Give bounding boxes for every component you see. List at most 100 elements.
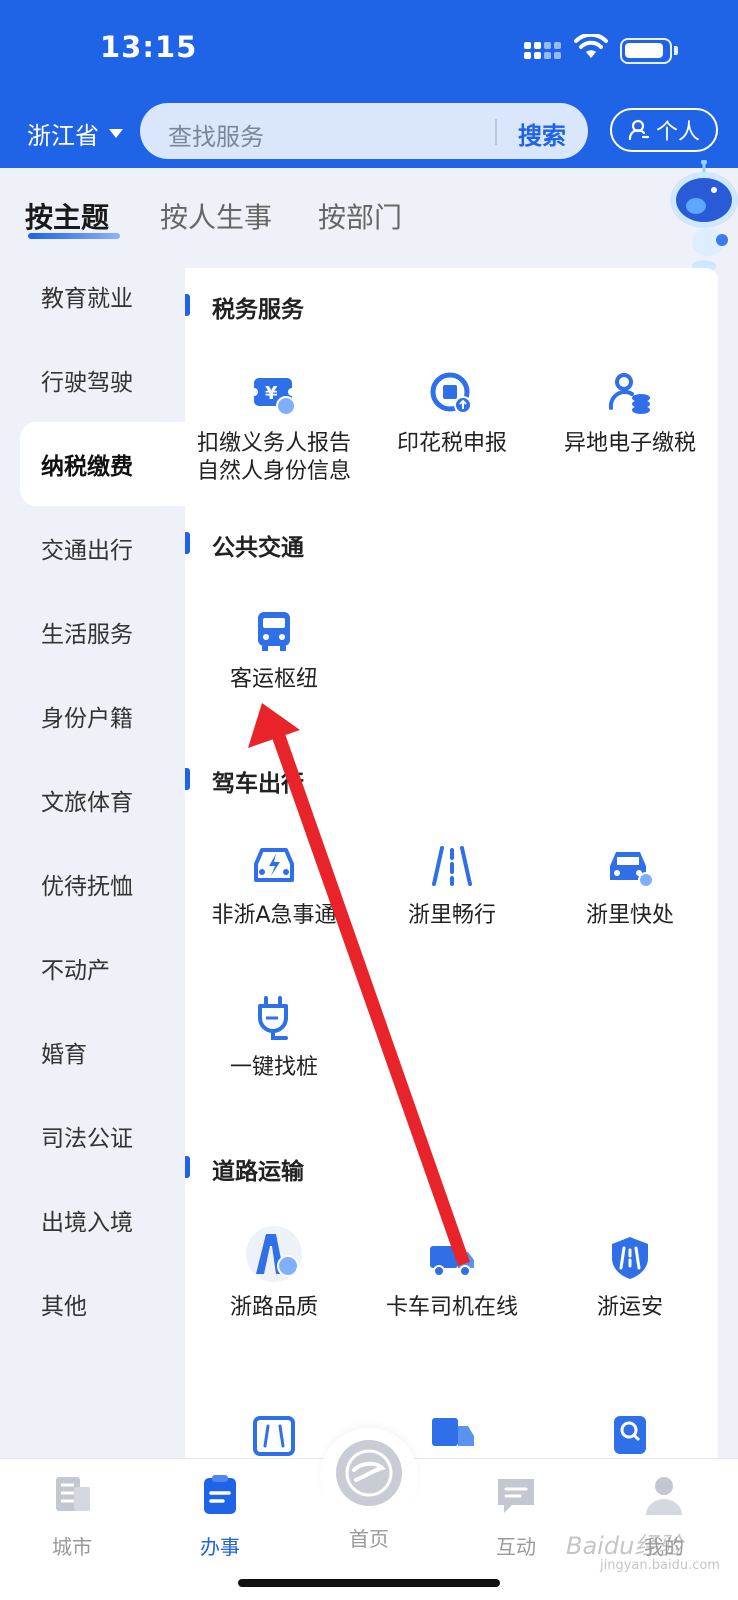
service-label: 浙里快处	[585, 903, 674, 928]
section-title-tax: 税务服务	[212, 297, 304, 323]
nav-label: 首页	[349, 1527, 389, 1551]
city-icon	[56, 1477, 90, 1511]
sidebar-item-label: 优待抚恤	[41, 874, 133, 900]
service-smooth-travel[interactable]: 浙里畅行	[363, 842, 541, 930]
service-label: 浙路品质	[229, 1295, 318, 1320]
book-road-icon	[253, 1416, 295, 1456]
bus-icon	[258, 612, 290, 651]
nav-label: 办事	[200, 1535, 240, 1559]
shield-road-icon	[612, 1237, 648, 1279]
service-quick-handle[interactable]: 浙里快处	[541, 842, 718, 930]
status-time: 13:15	[100, 30, 198, 64]
sidebar-item-realestate[interactable]: 不动产	[20, 926, 185, 1010]
tab-by-theme[interactable]: 按主题	[25, 196, 109, 236]
personal-label: 个人	[655, 120, 700, 145]
service-safe-transport[interactable]: 浙运安	[541, 1234, 718, 1322]
personal-button[interactable]: 个人	[610, 108, 718, 152]
sidebar-item-label: 身份户籍	[41, 706, 133, 732]
section-title-road-transport: 道路运输	[212, 1159, 304, 1185]
search-bar[interactable]: 查找服务 搜索	[140, 103, 588, 159]
sidebar-item-education[interactable]: 教育就业	[20, 254, 185, 338]
tax-ticket-icon: ¥	[250, 378, 296, 416]
app-header: 13:15 浙江省 查找服务 搜索 个人	[0, 0, 738, 168]
category-tabs: 按主题 按人生事 按部门	[0, 196, 660, 250]
sidebar-item-label: 司法公证	[41, 1126, 133, 1152]
charger-plug-icon	[258, 996, 288, 1040]
sidebar-item-label: 纳税缴费	[41, 454, 133, 480]
sidebar-item-label: 文旅体育	[41, 790, 133, 816]
service-stamp-tax[interactable]: 印花税申报	[363, 370, 541, 458]
section-title-public-transport: 公共交通	[212, 535, 304, 561]
tab-active-indicator	[28, 233, 120, 239]
stamp-tax-icon	[430, 372, 472, 414]
sidebar-item-life[interactable]: 生活服务	[20, 590, 185, 674]
nav-city[interactable]: 城市	[12, 1473, 132, 1560]
sidebar-item-label: 不动产	[41, 958, 110, 984]
sidebar-item-transport[interactable]: 交通出行	[20, 506, 185, 590]
service-label: 异地电子缴税	[563, 431, 696, 456]
section-title-driving: 驾车出行	[212, 771, 304, 797]
road-quality-icon	[246, 1226, 302, 1282]
wifi-icon	[574, 34, 608, 58]
person-icon	[628, 119, 650, 141]
service-label: 卡车司机在线	[385, 1295, 518, 1320]
sidebar-item-label: 行驶驾驶	[41, 370, 133, 396]
watermark-logo: Baidu经验	[566, 1532, 683, 1560]
service-road-quality[interactable]: 浙路品质	[185, 1226, 363, 1322]
truck-icon	[430, 1246, 474, 1277]
tab-by-department[interactable]: 按部门	[318, 196, 402, 236]
sidebar-item-label: 生活服务	[41, 622, 133, 648]
car-accident-icon	[610, 852, 654, 888]
service-label: 印花税申报	[396, 431, 507, 456]
service-truck-driver[interactable]: 卡车司机在线	[363, 1234, 541, 1322]
service-passenger-hub[interactable]: 客运枢纽	[185, 606, 363, 694]
service-find-charger[interactable]: 一键找桩	[185, 994, 363, 1082]
sidebar-item-other[interactable]: 其他	[20, 1262, 185, 1346]
sidebar-item-marriage[interactable]: 婚育	[20, 1010, 185, 1094]
sidebar-item-label: 教育就业	[41, 286, 133, 312]
cellular-signal-icon	[524, 38, 562, 62]
province-selector[interactable]: 浙江省	[27, 116, 123, 151]
section-marker	[185, 1156, 190, 1178]
sidebar-item-label: 出境入境	[41, 1210, 133, 1236]
nav-services[interactable]: 办事	[160, 1473, 280, 1560]
service-label: 非浙A急事通	[211, 903, 337, 928]
service-urgent-pass[interactable]: 非浙A急事通	[185, 842, 363, 930]
service-label: 一键找桩	[229, 1055, 318, 1080]
home-logo-icon	[336, 1440, 402, 1506]
sidebar-item-welfare[interactable]: 优待抚恤	[20, 842, 185, 926]
nav-label: 城市	[52, 1535, 92, 1559]
province-label: 浙江省	[27, 122, 99, 150]
service-panel: 税务服务 ¥ 扣缴义务人报告自然人身份信息 印花税申报 异地电子缴税 公共交通	[185, 268, 718, 1458]
section-marker	[185, 768, 190, 790]
person-coins-icon	[608, 373, 650, 414]
bus-search-icon	[614, 1416, 646, 1454]
search-input[interactable]: 查找服务	[168, 117, 264, 152]
sidebar-item-immigration[interactable]: 出境入境	[20, 1178, 185, 1262]
sidebar-item-culture[interactable]: 文旅体育	[20, 758, 185, 842]
assistant-robot-icon[interactable]	[664, 160, 738, 276]
tab-by-life-event[interactable]: 按人生事	[160, 196, 272, 236]
sidebar-item-driving[interactable]: 行驶驾驶	[20, 338, 185, 422]
service-remote-tax[interactable]: 异地电子缴税	[541, 370, 718, 458]
chat-icon	[498, 1479, 534, 1513]
service-withholding-report[interactable]: ¥ 扣缴义务人报告 自然人身份信息	[185, 370, 363, 486]
search-button[interactable]: 搜索	[518, 116, 566, 151]
svg-text:¥: ¥	[265, 383, 278, 404]
delivery-truck-icon	[432, 1418, 474, 1446]
search-divider	[495, 119, 497, 145]
caret-down-icon	[109, 129, 123, 138]
sidebar-item-justice[interactable]: 司法公证	[20, 1094, 185, 1178]
road-icon	[432, 846, 472, 886]
nav-home[interactable]: 首页	[309, 1523, 429, 1552]
sidebar-item-identity[interactable]: 身份户籍	[20, 674, 185, 758]
service-label: 浙运安	[596, 1295, 663, 1320]
nav-interact[interactable]: 互动	[456, 1473, 576, 1560]
sidebar-item-tax[interactable]: 纳税缴费	[20, 422, 185, 506]
home-indicator	[238, 1579, 500, 1587]
service-label: 客运枢纽	[229, 667, 318, 692]
sidebar-item-label: 其他	[41, 1294, 87, 1320]
sidebar-item-label: 婚育	[41, 1042, 87, 1068]
home-center-button[interactable]	[320, 1428, 418, 1526]
service-partial-3[interactable]	[541, 1412, 718, 1458]
